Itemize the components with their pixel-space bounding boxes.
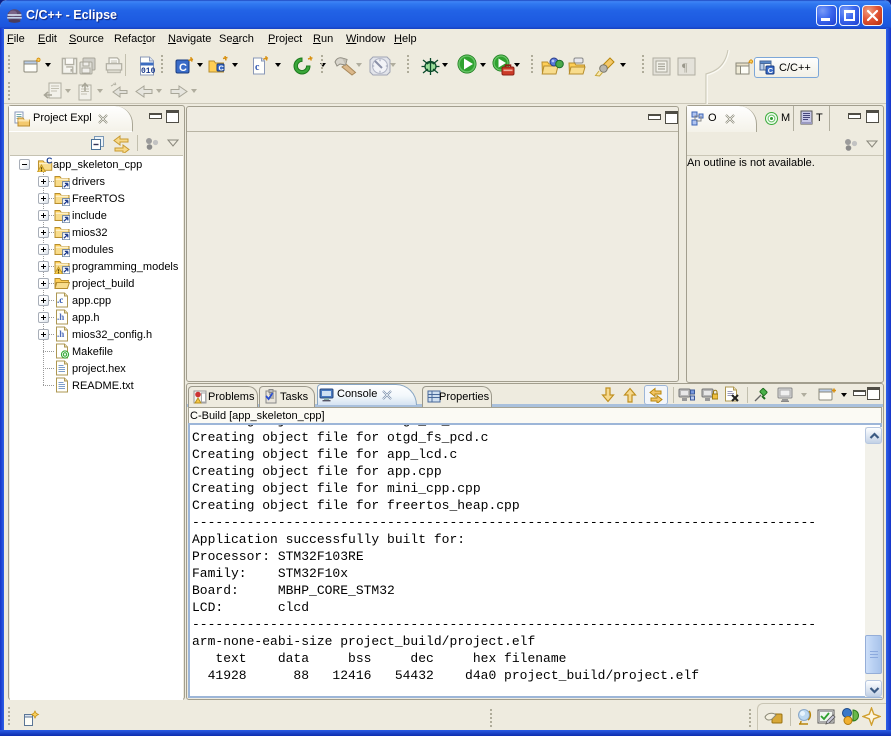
svg-text:C: C xyxy=(768,66,774,75)
svg-text:.h: .h xyxy=(57,329,64,339)
svg-text:C: C xyxy=(219,64,225,73)
svg-text:010: 010 xyxy=(141,67,156,76)
svg-text:C: C xyxy=(179,62,187,74)
svg-text:.c: .c xyxy=(57,295,63,305)
svg-text:c: c xyxy=(255,62,260,73)
svg-text:.h: .h xyxy=(57,312,64,322)
svg-text:C: C xyxy=(46,156,52,166)
svg-text:¶: ¶ xyxy=(682,60,688,74)
